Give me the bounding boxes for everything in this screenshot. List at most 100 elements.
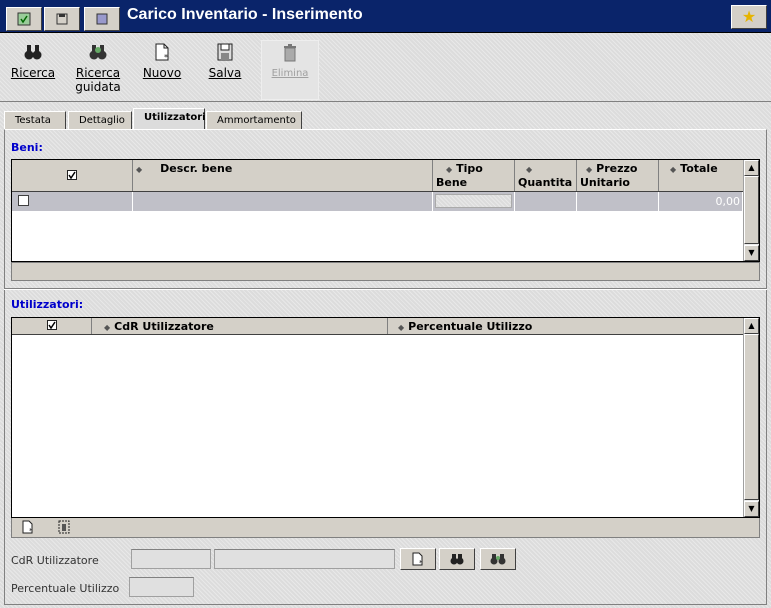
add-row-button[interactable]: * (22, 520, 34, 537)
sort-icon: ◆ (526, 165, 533, 174)
favorite-button[interactable]: ★ (731, 5, 767, 29)
col-cdr-label: CdR Utilizzatore (114, 320, 214, 333)
col-percentuale-label: Percentuale Utilizzo (408, 320, 533, 333)
tab-testata[interactable]: Testata (4, 111, 66, 130)
binoculars-icon (450, 554, 464, 565)
ricerca-label: Ricerca (10, 66, 56, 80)
maximize-button[interactable] (84, 7, 120, 31)
tab-dettaglio[interactable]: Dettaglio (68, 111, 132, 130)
salva-button[interactable]: Salva (196, 40, 254, 100)
sort-icon: ◆ (670, 165, 677, 174)
sort-icon: ◆ (136, 165, 143, 174)
col-totale[interactable]: ◆ Totale (659, 160, 743, 191)
col-cdr-utilizzatore[interactable]: ◆ CdR Utilizzatore (92, 318, 388, 334)
utilizzatori-vertical-scrollbar[interactable]: ▲ ▼ (743, 318, 759, 517)
nuovo-button[interactable]: * Nuovo (133, 40, 191, 100)
col-descr-bene-label: Descr. bene (160, 162, 233, 175)
sort-icon: ◆ (586, 165, 593, 174)
col-tipo-label: Tipo (456, 162, 483, 175)
utilizzatori-footer-toolbar: * (11, 518, 760, 538)
tipo-bene-cell (433, 192, 515, 211)
col-quantita[interactable]: ◆ Quantita (515, 160, 577, 191)
cdr-description-field[interactable] (214, 549, 395, 569)
quantita-cell (515, 192, 577, 211)
col-percentuale-utilizzo[interactable]: ◆ Percentuale Utilizzo (388, 318, 743, 334)
delete-row-button[interactable] (58, 520, 70, 537)
elimina-button[interactable]: Elimina (261, 40, 319, 100)
ricerca-guidata-label-1: Ricerca (75, 66, 121, 80)
elimina-label: Elimina (271, 68, 309, 79)
document-check-icon (17, 12, 31, 26)
scroll-down-icon[interactable]: ▼ (744, 245, 759, 261)
cdr-code-field[interactable] (131, 549, 211, 569)
salva-label: Salva (208, 66, 242, 80)
row-checkbox[interactable] (18, 195, 29, 206)
col-quantita-label: Quantita (518, 176, 573, 189)
tab-ammortamento[interactable]: Ammortamento (206, 111, 302, 130)
row-select-cell (12, 192, 133, 211)
window-title: Carico Inventario - Inserimento (127, 6, 363, 23)
title-bar: Carico Inventario - Inserimento ★ (0, 0, 771, 33)
binoculars-icon (24, 45, 42, 60)
col-bene-label: Bene (436, 176, 468, 189)
restore-button[interactable] (44, 7, 80, 31)
svg-text:*: * (164, 53, 168, 62)
scroll-thumb[interactable] (744, 334, 759, 500)
beni-table: ◆ Descr. bene ◆ Tipo Bene ◆ Quantita ◆ Prez… (11, 159, 760, 262)
beni-vertical-scrollbar[interactable]: ▲ ▼ (743, 160, 759, 261)
checked-checkbox-icon (46, 320, 57, 330)
scroll-down-icon[interactable]: ▼ (744, 501, 759, 517)
col-descr-bene[interactable]: ◆ Descr. bene (133, 160, 433, 191)
cdr-guided-search-button[interactable] (480, 548, 516, 570)
col-totale-label: Totale (680, 162, 718, 175)
svg-text:*: * (419, 559, 423, 566)
ricerca-guidata-button[interactable]: Ricerca guidata (68, 40, 128, 100)
totale-cell: 0,00 (659, 192, 743, 211)
cdr-search-button[interactable] (439, 548, 475, 570)
beni-footer-bar (11, 262, 760, 281)
ricerca-button[interactable]: Ricerca (4, 40, 62, 100)
delete-row-icon (58, 520, 70, 534)
sort-icon: ◆ (446, 165, 453, 174)
col-tipo-bene[interactable]: ◆ Tipo Bene (433, 160, 515, 191)
save-disk-icon (217, 43, 233, 61)
restore-icon (56, 13, 68, 25)
table-row[interactable]: 0,00 (12, 192, 743, 211)
scroll-up-icon[interactable]: ▲ (744, 160, 759, 176)
utilizzatori-table-header: ◆ CdR Utilizzatore ◆ Percentuale Utilizzo (12, 318, 743, 335)
utilizzatori-table: ◆ CdR Utilizzatore ◆ Percentuale Utilizzo … (11, 317, 760, 518)
beni-select-all-header[interactable] (12, 160, 133, 191)
sort-icon: ◆ (398, 323, 405, 332)
prezzo-cell (577, 192, 659, 211)
ricerca-guidata-label-2: guidata (75, 80, 121, 94)
toolbar: Ricerca Ricerca guidata * Nuovo Salva El… (0, 34, 771, 102)
svg-text:*: * (29, 527, 33, 534)
star-icon: ★ (741, 7, 757, 26)
scroll-up-icon[interactable]: ▲ (744, 318, 759, 334)
percentuale-utilizzo-field[interactable] (129, 577, 194, 597)
new-document-icon: * (412, 552, 423, 567)
descr-bene-cell (133, 192, 433, 211)
beni-table-header: ◆ Descr. bene ◆ Tipo Bene ◆ Quantita ◆ Prez… (12, 160, 743, 192)
guided-search-icon (490, 554, 506, 565)
checked-checkbox-icon (67, 170, 77, 180)
tab-utilizzatori[interactable]: Utilizzatori (133, 108, 206, 130)
col-unitario-label: Unitario (580, 176, 630, 189)
utilizzatori-select-all-header[interactable] (12, 318, 92, 334)
cdr-utilizzatore-label: CdR Utilizzatore (11, 554, 99, 567)
new-document-icon: * (155, 43, 169, 62)
cdr-new-button[interactable]: * (400, 548, 436, 570)
scroll-thumb[interactable] (744, 176, 759, 244)
app-icon-button[interactable] (6, 7, 42, 31)
section-divider (4, 288, 767, 290)
utilizzatori-label: Utilizzatori: (11, 298, 84, 311)
new-row-icon: * (22, 520, 33, 534)
nuovo-label: Nuovo (142, 66, 182, 80)
beni-label: Beni: (11, 141, 43, 154)
sort-icon: ◆ (104, 323, 111, 332)
col-prezzo-unitario[interactable]: ◆ Prezzo Unitario (577, 160, 659, 191)
percentuale-utilizzo-label: Percentuale Utilizzo (11, 582, 120, 595)
guided-search-icon (89, 45, 107, 60)
trash-icon (284, 44, 296, 62)
col-prezzo-label: Prezzo (596, 162, 638, 175)
